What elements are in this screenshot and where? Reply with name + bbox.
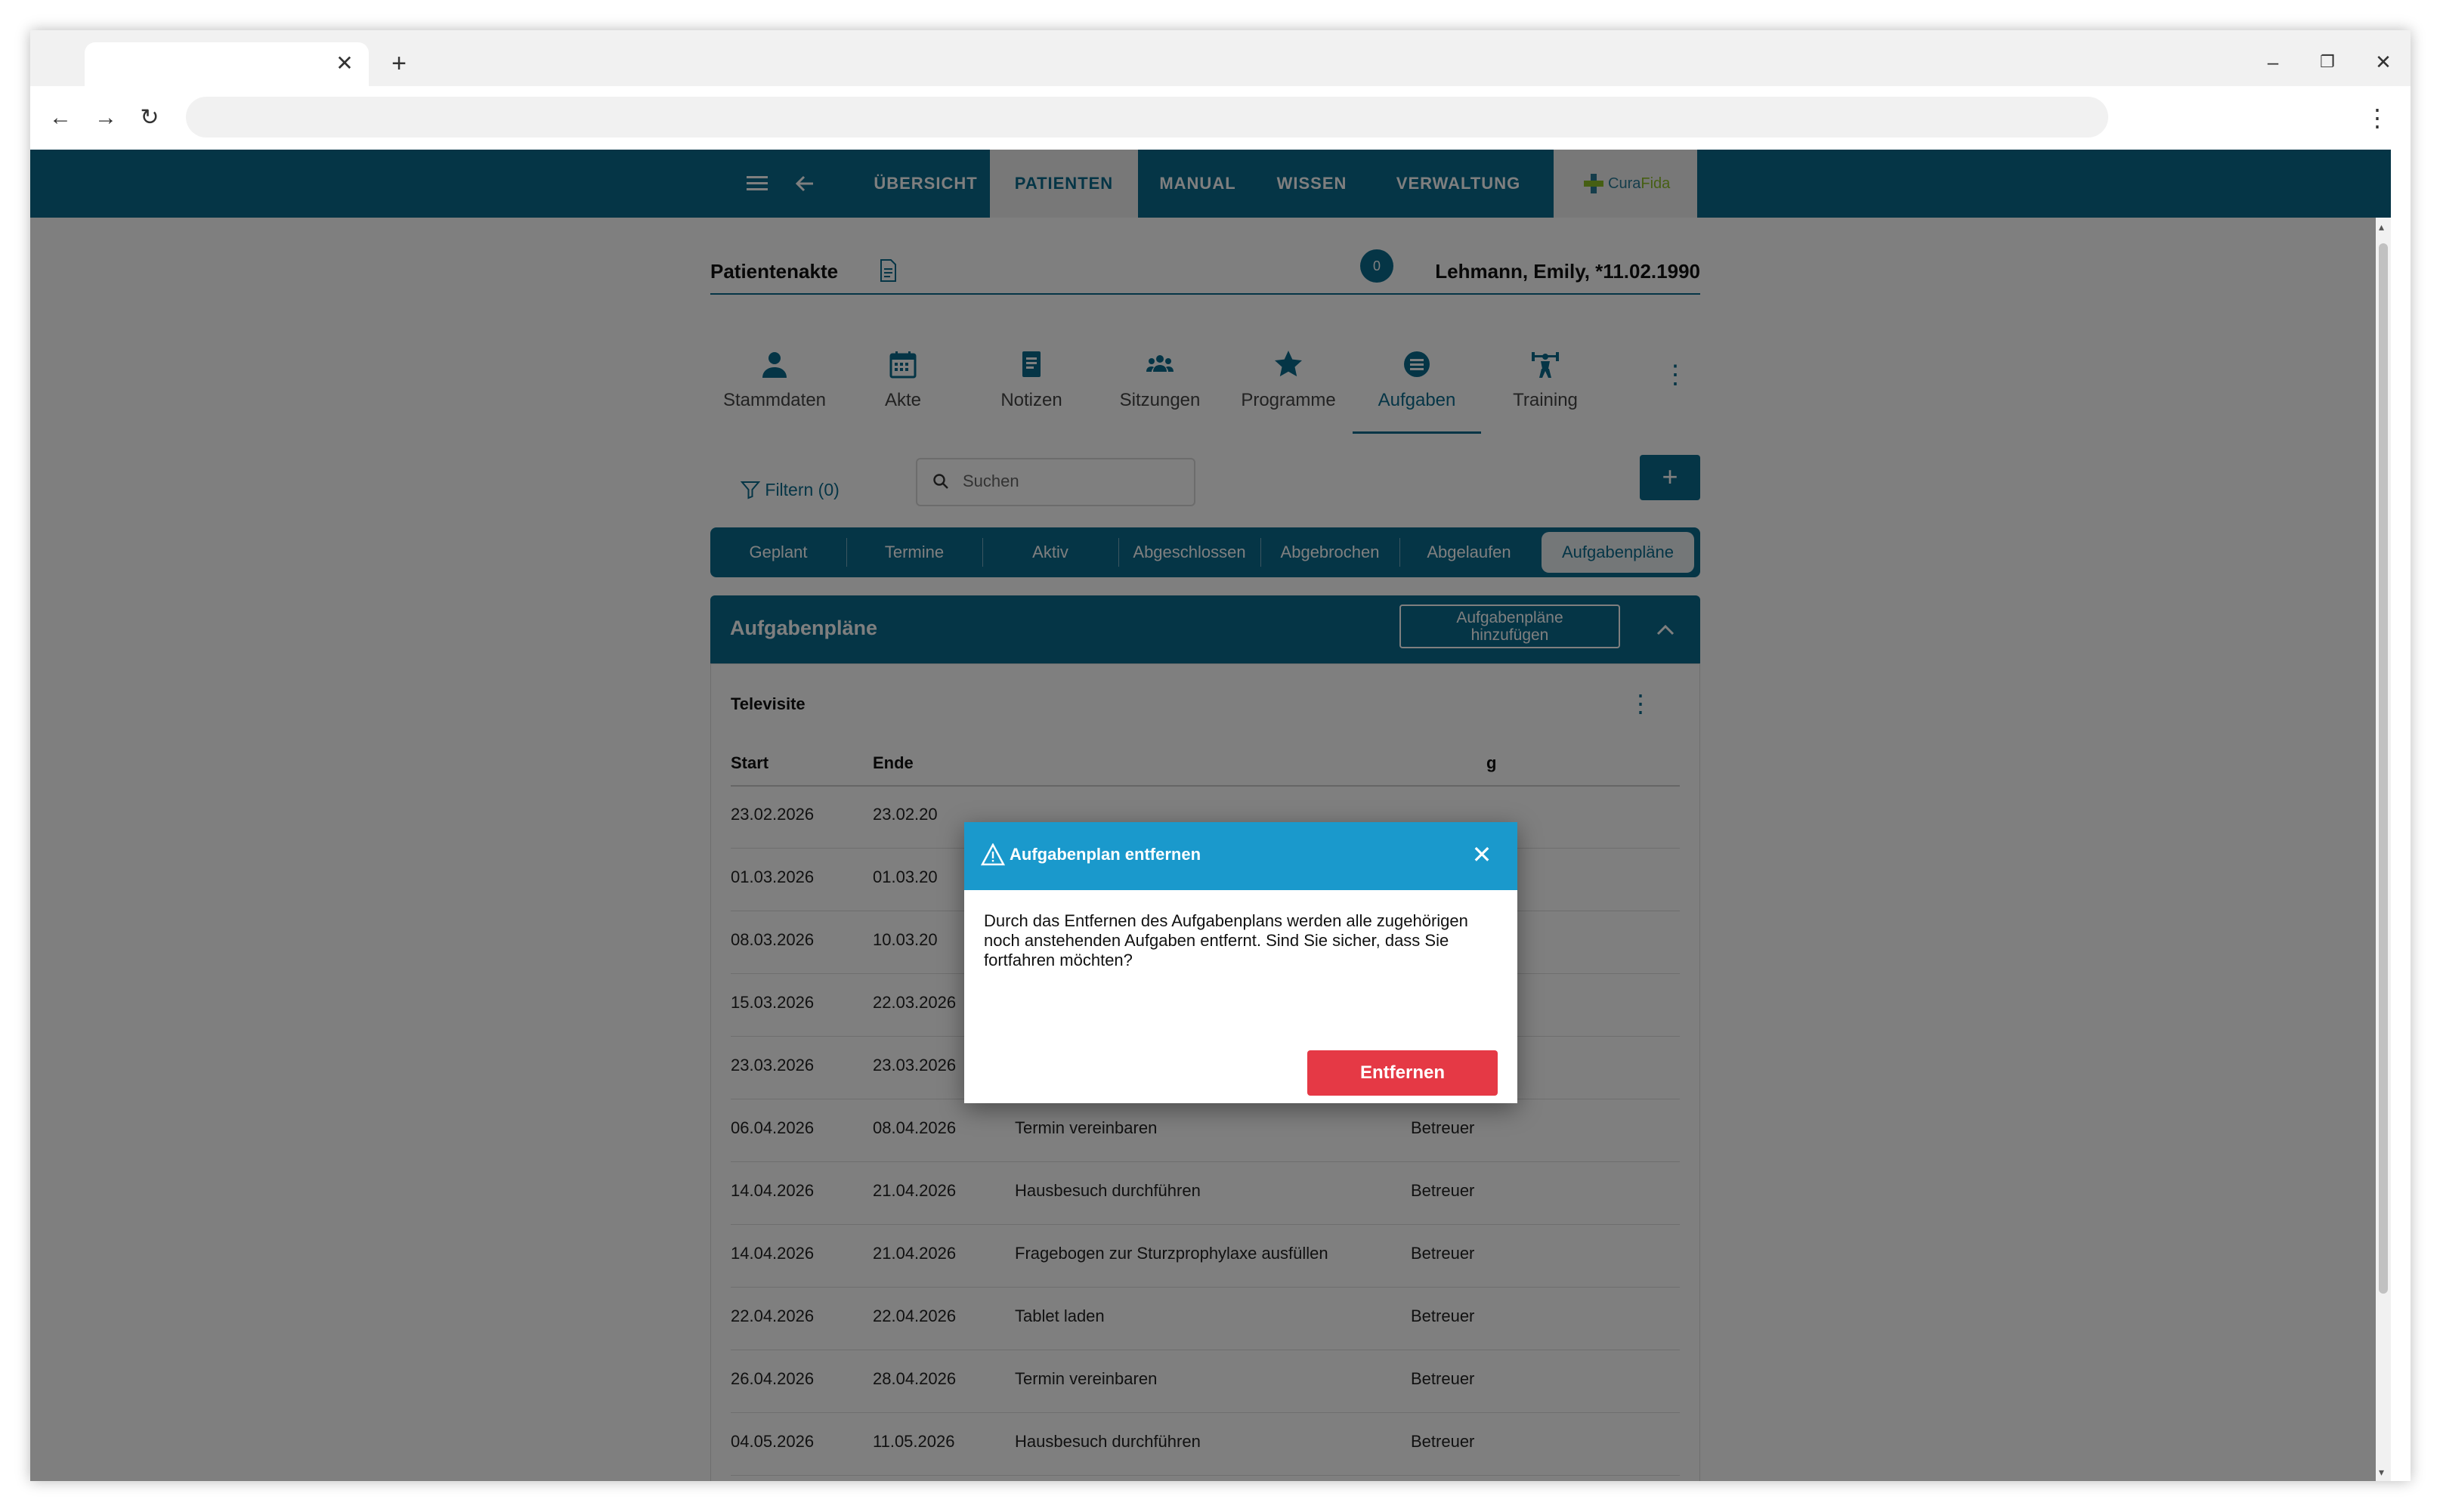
browser-tab[interactable] (85, 42, 369, 86)
remove-button[interactable]: Entfernen (1307, 1050, 1498, 1096)
scroll-up-icon[interactable]: ▴ (2379, 221, 2388, 232)
scrollbar-thumb[interactable] (2379, 243, 2388, 1294)
forward-icon[interactable]: → (91, 103, 121, 133)
browser-menu-icon[interactable]: ⋮ (2365, 101, 2389, 135)
dialog-message: Durch das Entfernen des Aufgabenplans we… (984, 911, 1468, 969)
address-bar: ← → ↻ ⋮ (30, 86, 2411, 148)
dialog-header: Aufgabenplan entfernen ✕ (964, 822, 1517, 890)
app-viewport: ÜBERSICHT PATIENTEN MANUAL WISSEN VERWAL… (30, 150, 2391, 1481)
tab-strip: ✕ + – ❐ ✕ (30, 30, 2411, 86)
close-icon[interactable]: ✕ (1469, 840, 1495, 869)
minimize-icon[interactable]: – (2256, 45, 2290, 79)
window-close-icon[interactable]: ✕ (2367, 45, 2400, 79)
new-tab-icon[interactable]: + (384, 48, 414, 79)
back-icon[interactable]: ← (45, 103, 76, 133)
dialog-title: Aufgabenplan entfernen (1010, 845, 1201, 864)
modal-backdrop[interactable] (30, 150, 2391, 1481)
remove-plan-dialog: Aufgabenplan entfernen ✕ Durch das Entfe… (964, 822, 1517, 1103)
restore-icon[interactable]: ❐ (2311, 45, 2344, 79)
browser-window: ✕ + – ❐ ✕ ← → ↻ ⋮ ÜBERSICHT PATIENTEN MA… (30, 30, 2411, 1481)
warning-icon (981, 843, 1005, 866)
url-input[interactable] (186, 97, 2108, 138)
reload-icon[interactable]: ↻ (135, 103, 165, 133)
scroll-down-icon[interactable]: ▾ (2379, 1467, 2388, 1477)
tab-close-icon[interactable]: ✕ (332, 51, 357, 76)
